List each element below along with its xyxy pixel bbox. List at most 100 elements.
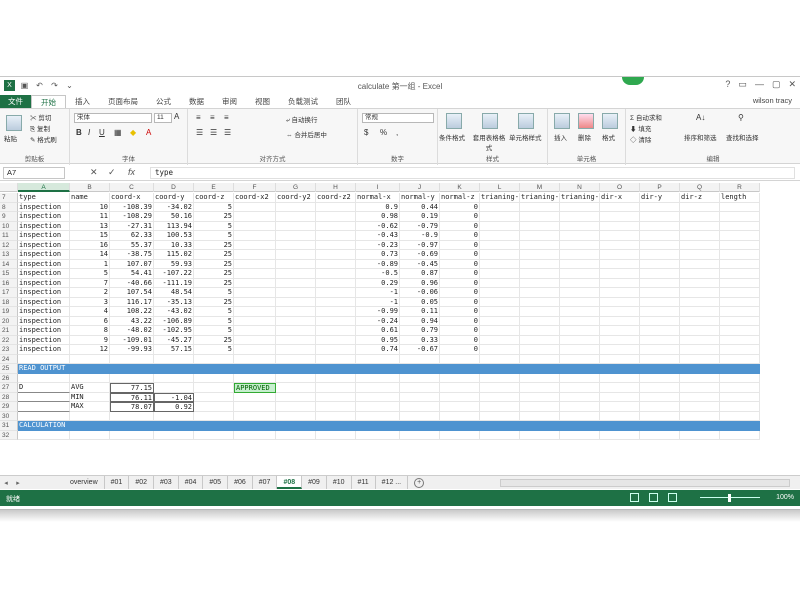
grid-cell[interactable] <box>356 392 400 402</box>
grid-cell[interactable]: 0 <box>440 335 480 345</box>
grid-cell[interactable] <box>600 250 640 260</box>
grid-cell[interactable]: -0.99 <box>356 307 400 317</box>
grid-cell[interactable] <box>316 392 356 402</box>
grid-cell[interactable]: D <box>18 383 70 393</box>
grid-cell[interactable] <box>480 345 520 355</box>
grid-cell[interactable]: inspection <box>18 345 70 355</box>
grid-cell[interactable]: 78.07 <box>110 402 154 412</box>
tab-insert[interactable]: 插入 <box>66 95 99 108</box>
grid-cell[interactable] <box>194 402 234 412</box>
row-header[interactable]: 28 <box>0 392 18 402</box>
grid-cell[interactable] <box>400 373 440 383</box>
grid-cell[interactable]: -0.5 <box>356 269 400 279</box>
maximize-button[interactable]: ▢ <box>772 79 781 90</box>
grid-cell[interactable] <box>560 392 600 402</box>
grid-cell[interactable] <box>680 345 720 355</box>
grid-cell[interactable] <box>316 373 356 383</box>
grid-cell[interactable] <box>70 373 110 383</box>
grid-cell[interactable]: -1.04 <box>154 392 194 402</box>
grid-cell[interactable] <box>276 278 316 288</box>
tab-team[interactable]: 团队 <box>327 95 360 108</box>
align-top-icon[interactable]: ≡ <box>196 113 201 122</box>
row-header[interactable]: 12 <box>0 240 18 250</box>
sheet-tab[interactable]: #10 <box>327 476 352 489</box>
formula-input[interactable]: type <box>150 167 795 179</box>
grid-cell[interactable] <box>520 354 560 364</box>
grid-cell[interactable] <box>680 402 720 412</box>
grid-cell[interactable] <box>440 430 480 440</box>
new-sheet-icon[interactable]: + <box>414 477 425 488</box>
grid-cell[interactable] <box>276 202 316 212</box>
grid-cell[interactable]: 107.07 <box>110 259 154 269</box>
grid-cell[interactable] <box>720 411 760 421</box>
grid-cell[interactable] <box>234 269 276 279</box>
grid-cell[interactable] <box>560 240 600 250</box>
paste-button[interactable]: 粘贴 <box>4 133 17 143</box>
align-center-icon[interactable]: ☰ <box>210 128 217 137</box>
grid-cell[interactable] <box>400 354 440 364</box>
grid-cell[interactable]: 25 <box>194 212 234 222</box>
italic-icon[interactable]: I <box>88 128 90 137</box>
grid-cell[interactable] <box>316 297 356 307</box>
row-header[interactable]: 10 <box>0 221 18 231</box>
grid-cell[interactable] <box>276 297 316 307</box>
grid-cell[interactable]: -48.02 <box>110 326 154 336</box>
grid-cell[interactable]: 8 <box>70 326 110 336</box>
grid-cell[interactable] <box>480 231 520 241</box>
grid-cell[interactable] <box>234 392 276 402</box>
grid-cell[interactable]: 0 <box>440 326 480 336</box>
grid-cell[interactable] <box>234 354 276 364</box>
grid-cell[interactable]: inspection <box>18 278 70 288</box>
grid-cell[interactable]: name <box>70 193 110 203</box>
grid-cell[interactable]: -106.89 <box>154 316 194 326</box>
grid-cell[interactable] <box>520 421 560 431</box>
format-cells-icon[interactable] <box>602 113 618 129</box>
grid-cell[interactable] <box>600 288 640 298</box>
grid-cell[interactable]: 43.22 <box>110 316 154 326</box>
cancel-icon[interactable]: ✕ <box>90 167 98 178</box>
grid-cell[interactable] <box>480 392 520 402</box>
grid-cell[interactable]: 5 <box>194 221 234 231</box>
grid-cell[interactable]: 0.96 <box>400 278 440 288</box>
grid-cell[interactable] <box>560 288 600 298</box>
grid-cell[interactable] <box>70 421 110 431</box>
grid-cell[interactable] <box>234 345 276 355</box>
grid-cell[interactable] <box>720 307 760 317</box>
next-sheet-icon[interactable]: ▸ <box>12 479 24 487</box>
grid-cell[interactable]: MAX <box>70 402 110 412</box>
grid-cell[interactable]: 0.73 <box>356 250 400 260</box>
autosum-button[interactable]: Σ 自动求和 <box>630 112 662 122</box>
grid-cell[interactable] <box>640 297 680 307</box>
tab-home[interactable]: 开始 <box>31 95 66 108</box>
grid-cell[interactable] <box>720 364 760 374</box>
grid-cell[interactable] <box>520 278 560 288</box>
grid-cell[interactable] <box>680 269 720 279</box>
grid-cell[interactable] <box>720 345 760 355</box>
grid-cell[interactable]: -102.95 <box>154 326 194 336</box>
grid-cell[interactable]: -0.69 <box>400 250 440 260</box>
grid-cell[interactable] <box>276 383 316 393</box>
sheet-tab[interactable]: #01 <box>105 476 130 489</box>
grid-cell[interactable]: 25 <box>194 297 234 307</box>
grid-cell[interactable] <box>600 392 640 402</box>
grid-cell[interactable]: 0 <box>440 278 480 288</box>
grid-cell[interactable] <box>680 411 720 421</box>
grid-cell[interactable]: coord-x <box>110 193 154 203</box>
grid-cell[interactable] <box>560 402 600 412</box>
grid-cell[interactable] <box>560 269 600 279</box>
name-box[interactable]: A7 <box>3 167 65 179</box>
grid-cell[interactable] <box>600 383 640 393</box>
grid-cell[interactable] <box>720 392 760 402</box>
tab-formulas[interactable]: 公式 <box>147 95 180 108</box>
grid-cell[interactable] <box>480 364 520 374</box>
grid-cell[interactable]: 10 <box>70 202 110 212</box>
grid-cell[interactable] <box>234 307 276 317</box>
grid-cell[interactable]: -99.93 <box>110 345 154 355</box>
grid-cell[interactable]: 0.05 <box>400 297 440 307</box>
grid-cell[interactable] <box>720 383 760 393</box>
row-header[interactable]: 32 <box>0 430 18 440</box>
grid-cell[interactable]: -0.79 <box>400 221 440 231</box>
grid-cell[interactable] <box>480 316 520 326</box>
row-header[interactable]: 19 <box>0 307 18 317</box>
grid-cell[interactable] <box>520 259 560 269</box>
